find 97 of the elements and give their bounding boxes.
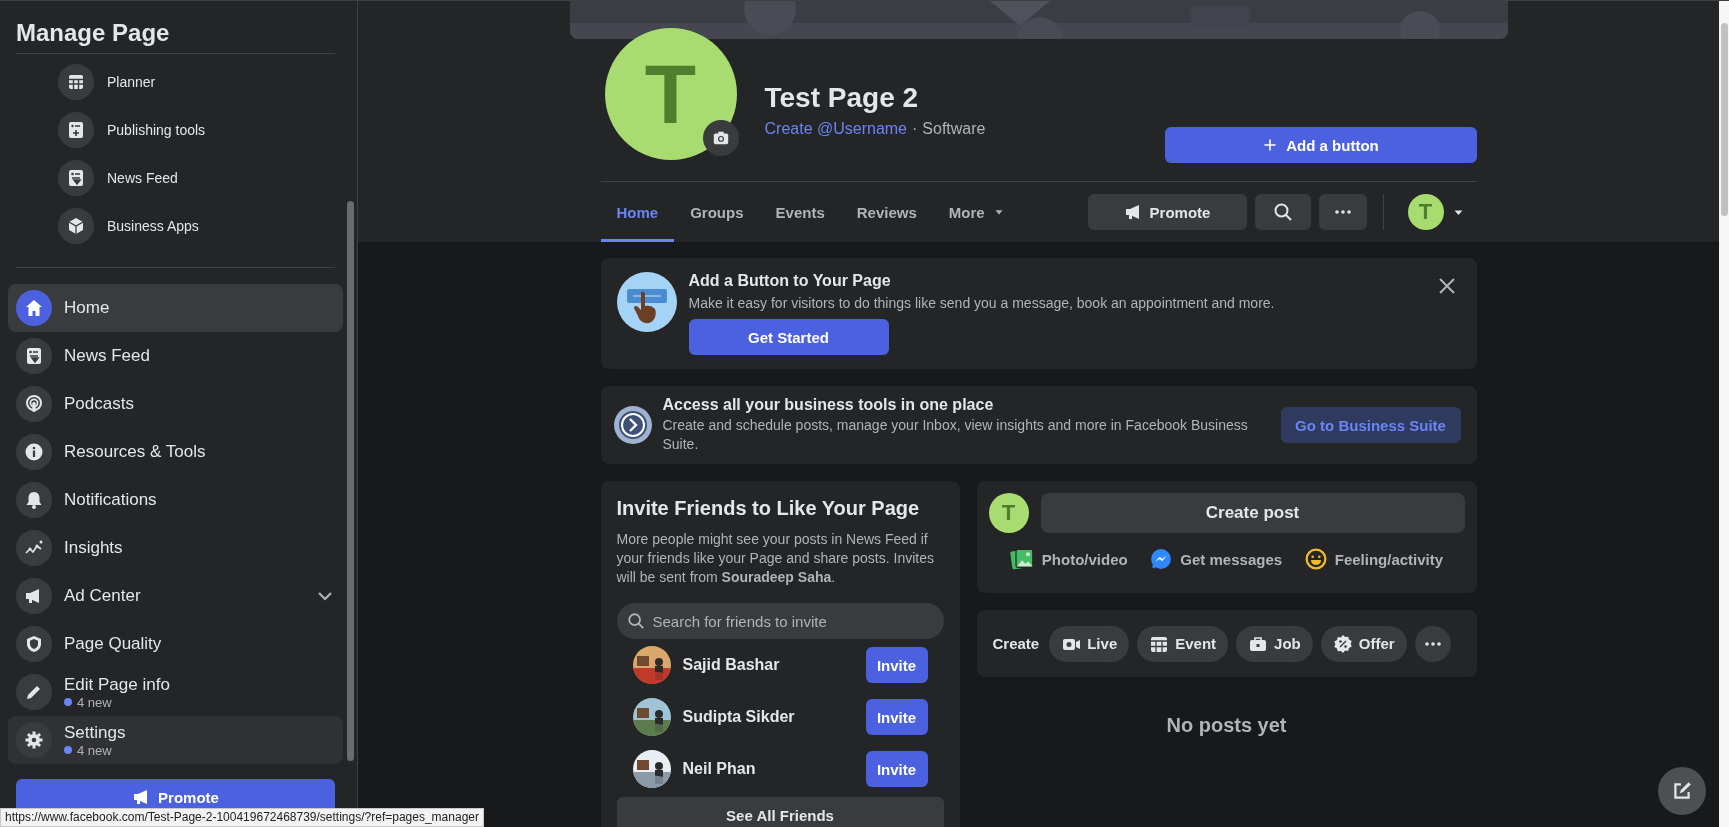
card-text: Create and schedule posts, manage your Inbox, view insights and more in Facebook Business Suite. [662,416,1249,454]
more-button[interactable] [1318,194,1367,230]
sidebar-item[interactable]: News Feed [8,332,343,380]
camera-icon [711,129,730,147]
create-chip[interactable]: Live [1049,625,1130,662]
plus-icon [1262,137,1279,153]
sidebar-item[interactable]: Ad Center [8,572,343,620]
photo-icon [1009,547,1034,571]
sidebar-item-label: Ad Center [64,586,142,606]
add-a-button[interactable]: Add a button [1164,127,1477,163]
scrollbar-thumb[interactable] [1721,23,1728,216]
shield-icon [24,634,44,654]
card-text: Make it easy for visitors to do things like send you a message, book an appointment and more. [688,294,1275,313]
search-icon [626,612,645,630]
compose-button[interactable] [1658,767,1706,815]
messenger-icon [1150,548,1173,570]
sidebar-tool[interactable]: News Feed [8,154,343,202]
info-icon [24,442,44,462]
composer-action[interactable]: Photo/video [1003,546,1134,572]
search-button[interactable] [1254,194,1311,230]
create-chip[interactable]: Job [1236,625,1313,662]
page-tab[interactable]: Events [759,182,841,242]
sidebar-item[interactable]: Podcasts [8,380,343,428]
page-tab[interactable]: More [932,182,1021,242]
sidebar-title: Manage Page [16,1,335,54]
podcast-icon [24,394,44,414]
settings-icon [24,730,44,750]
sidebar-item[interactable]: Settings 4 new [8,716,343,764]
sidebar-tool[interactable]: Planner [8,58,343,106]
news-feed-icon [66,168,86,188]
create-label: Create [992,635,1040,652]
friend-name: Sudipta Sikder [682,708,796,726]
card-text: More people might see your posts in News Feed if your friends like your Page and share posts. Invites will be sent from Souradeep Saha. [616,530,935,587]
card-title: Add a Button to Your Page [688,272,891,290]
more-icon [1334,210,1351,214]
home-icon [24,298,44,318]
sidebar-item-label: Podcasts [64,394,135,414]
sidebar-item[interactable]: Edit Page info 4 new [8,668,343,716]
friend-name: Sajid Bashar [682,656,781,674]
promote-button[interactable]: Promote [1087,194,1247,230]
sidebar-item-label: Edit Page info [64,674,171,695]
search-icon [1272,202,1293,222]
more-icon [1424,641,1441,646]
sidebar-item-label: Resources & Tools [64,442,207,462]
edit-icon [1671,780,1693,802]
page-category: Software [922,120,986,138]
hand-tapping-button-icon [616,272,677,332]
close-icon [1436,276,1457,296]
sidebar-item[interactable]: Notifications [8,476,343,524]
card-title: Access all your business tools in one place [662,396,995,414]
composer-action[interactable]: Feeling/activity [1298,547,1450,571]
smiley-icon [1304,548,1327,570]
new-count: 4 new [64,742,335,758]
card-title: Invite Friends to Like Your Page [616,497,921,520]
sidebar-tool[interactable]: Business Apps [8,202,343,250]
invite-button[interactable]: Invite [865,647,928,683]
invite-button[interactable]: Invite [865,751,928,787]
get-started-button[interactable]: Get Started [688,319,889,355]
bell-icon [24,490,44,510]
search-field[interactable]: Search for friends to invite [616,603,944,639]
separator: · [912,120,918,138]
see-all-friends-button[interactable]: See All Friends [616,797,944,827]
news-feed-icon [24,346,44,366]
empty-state-text: No posts yet [1166,714,1287,737]
more-button[interactable] [1414,625,1451,662]
page-tab[interactable]: Reviews [840,182,933,242]
sidebar-item-label: News Feed [64,346,151,366]
invite-button[interactable]: Invite [865,699,928,735]
sidebar-item-label: Notifications [64,490,158,510]
page-avatar: T [988,493,1029,533]
composer-action[interactable]: Get messages [1144,547,1289,571]
friend-name: Neil Phan [682,760,757,778]
publishing-icon [66,120,86,140]
create-chip[interactable]: Offer [1320,625,1407,662]
sidebar-item-label: Page Quality [64,634,163,654]
sidebar-item[interactable]: Insights [8,524,343,572]
sidebar-tool[interactable]: Publishing tools [8,106,343,154]
create-post-button[interactable]: Create post [1040,493,1465,533]
page-name: Test Page 2 [764,82,920,114]
sidebar-item-label: Home [64,298,111,318]
sidebar-item-label: Settings [64,722,127,743]
sidebar-item[interactable]: Resources & Tools [8,428,343,476]
create-chip[interactable]: Event [1137,625,1229,662]
planner-icon [66,72,86,92]
page-tab[interactable]: Home [600,182,675,242]
new-count: 4 new [64,694,335,710]
scrollbar-thumb[interactable] [347,201,354,761]
camera-button[interactable] [702,120,739,156]
cube-icon [66,216,86,236]
page-tab[interactable]: Groups [674,182,760,242]
sidebar-item[interactable]: Home [8,284,343,332]
sidebar-item[interactable]: Page Quality [8,620,343,668]
url-tooltip: https://www.facebook.com/Test-Page-2-100419672468739/settings/?ref=pages_manager [0,808,484,827]
username-link[interactable]: Create @Username [764,120,907,138]
business-suite-icon [612,405,653,445]
percent-badge-icon [1332,633,1353,654]
sidebar-item-label: Insights [64,538,124,558]
